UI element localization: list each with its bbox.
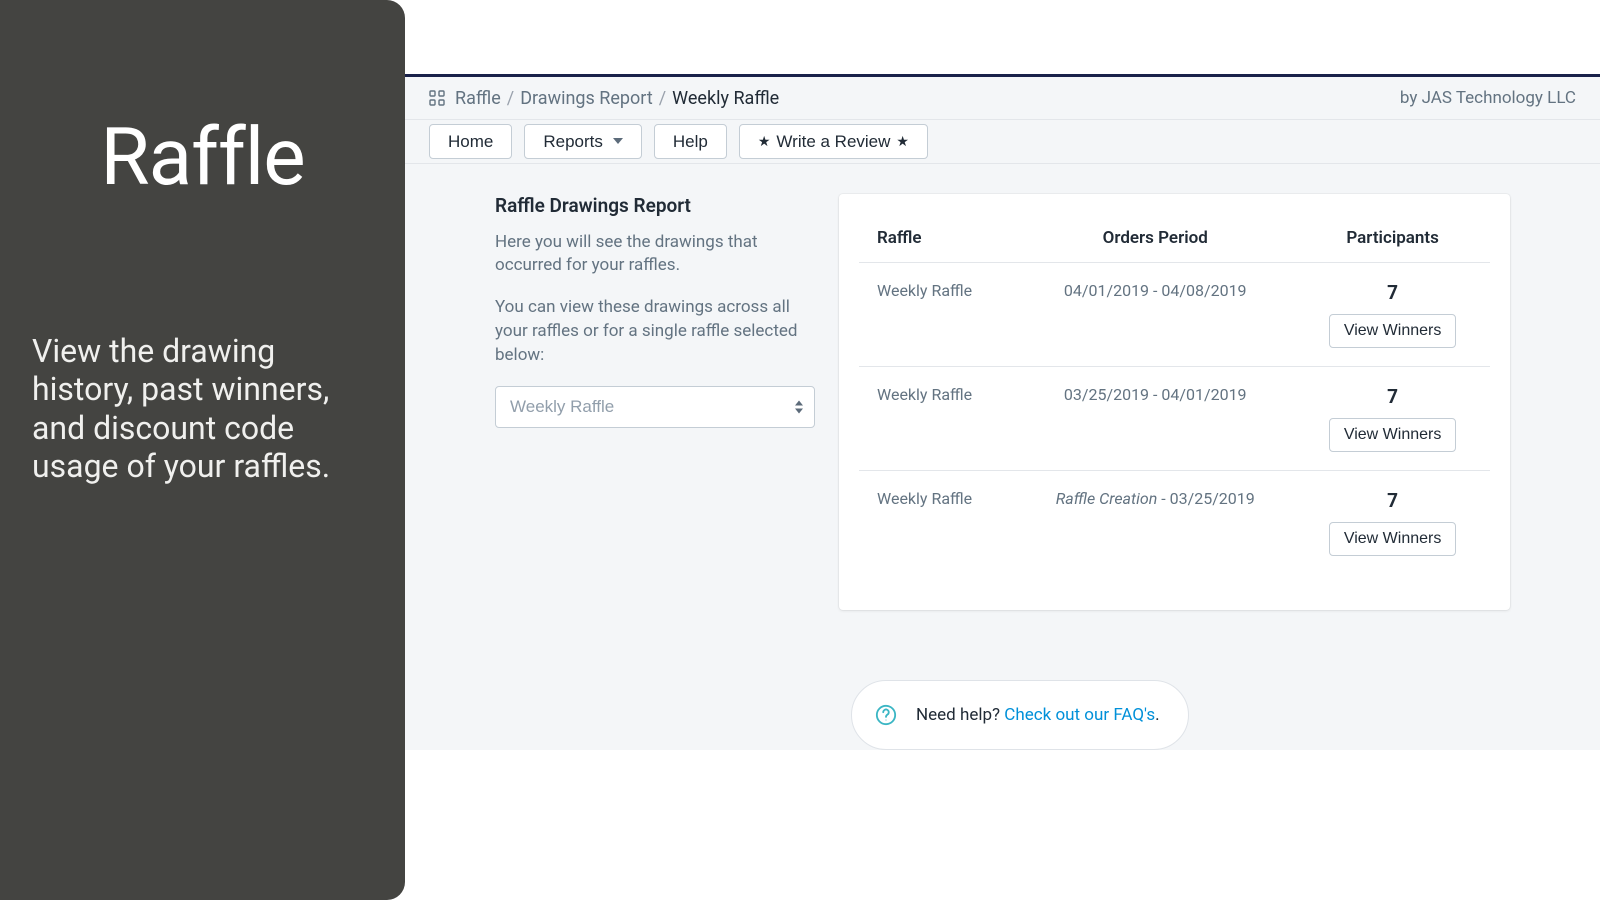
table-row: Weekly Raffle 04/01/2019 - 04/08/2019 7 … [859, 262, 1490, 366]
breadcrumb-sep: / [659, 88, 666, 109]
help-suffix: . [1155, 705, 1159, 725]
reports-dropdown[interactable]: Reports [524, 124, 642, 159]
home-button[interactable]: Home [429, 124, 512, 159]
cell-participants: 7 View Winners [1295, 366, 1490, 470]
main: Raffle / Drawings Report / Weekly Raffle… [405, 0, 1600, 900]
left-panel-p1: Here you will see the drawings that occu… [495, 231, 815, 279]
bottom-spacer [405, 750, 1600, 900]
cell-period: 04/01/2019 - 04/08/2019 [1015, 262, 1295, 366]
raffle-select-wrap: Weekly Raffle [495, 386, 815, 428]
breadcrumb-link-drawings[interactable]: Drawings Report [520, 88, 653, 109]
breadcrumb-current: Weekly Raffle [672, 88, 779, 109]
table-row: Weekly Raffle 03/25/2019 - 04/01/2019 7 … [859, 366, 1490, 470]
help-icon-circle [870, 699, 902, 731]
raffle-select[interactable]: Weekly Raffle [495, 386, 815, 428]
reports-label: Reports [543, 133, 603, 150]
cell-period: Raffle Creation - 03/25/2019 [1015, 470, 1295, 574]
left-panel-p2: You can view these drawings across all y… [495, 296, 815, 367]
write-review-button[interactable]: ★ Write a Review ★ [739, 124, 928, 159]
breadcrumb-bar: Raffle / Drawings Report / Weekly Raffle… [405, 77, 1600, 119]
toolbar: Home Reports Help ★ Write a Review ★ [405, 120, 1600, 164]
sidebar-title: Raffle [100, 110, 304, 204]
star-icon: ★ [758, 134, 771, 148]
breadcrumb-sep: / [507, 88, 514, 109]
table-row: Weekly Raffle Raffle Creation - 03/25/20… [859, 470, 1490, 574]
drawings-card: Raffle Orders Period Participants Weekly… [839, 194, 1510, 610]
select-arrows-icon [795, 400, 803, 413]
cell-raffle: Weekly Raffle [859, 366, 1015, 470]
th-participants: Participants [1295, 218, 1490, 263]
help-pill: Need help? Check out our FAQ's. [851, 680, 1189, 750]
th-orders-period: Orders Period [1015, 218, 1295, 263]
cell-raffle: Weekly Raffle [859, 470, 1015, 574]
question-icon [875, 704, 897, 726]
left-panel-heading: Raffle Drawings Report [495, 194, 815, 217]
top-spacer [405, 0, 1600, 77]
view-winners-button[interactable]: View Winners [1329, 418, 1457, 452]
participants-count: 7 [1313, 385, 1472, 408]
th-raffle: Raffle [859, 218, 1015, 263]
caret-down-icon [613, 138, 623, 144]
cell-raffle: Weekly Raffle [859, 262, 1015, 366]
cell-period: 03/25/2019 - 04/01/2019 [1015, 366, 1295, 470]
view-winners-button[interactable]: View Winners [1329, 314, 1457, 348]
sidebar: Raffle View the drawing history, past wi… [0, 0, 405, 900]
help-text: Need help? Check out our FAQ's. [916, 705, 1160, 725]
write-review-label: Write a Review [776, 133, 890, 150]
faq-link[interactable]: Check out our FAQ's [1004, 705, 1155, 725]
period-prefix: Raffle Creation [1056, 489, 1158, 508]
view-winners-button[interactable]: View Winners [1329, 522, 1457, 556]
right-column: Raffle Orders Period Participants Weekly… [839, 194, 1510, 750]
cell-participants: 7 View Winners [1295, 262, 1490, 366]
breadcrumb-link-raffle[interactable]: Raffle [455, 88, 501, 109]
help-button[interactable]: Help [654, 124, 727, 159]
vendor-text: by JAS Technology LLC [1400, 88, 1576, 108]
participants-count: 7 [1313, 489, 1472, 512]
cell-participants: 7 View Winners [1295, 470, 1490, 574]
star-icon: ★ [896, 134, 909, 148]
participants-count: 7 [1313, 281, 1472, 304]
apps-icon [429, 90, 445, 106]
drawings-table: Raffle Orders Period Participants Weekly… [859, 218, 1490, 574]
sidebar-description: View the drawing history, past winners, … [32, 332, 362, 486]
help-prefix: Need help? [916, 705, 1004, 725]
content: Raffle Drawings Report Here you will see… [405, 164, 1600, 750]
left-panel: Raffle Drawings Report Here you will see… [495, 194, 815, 428]
